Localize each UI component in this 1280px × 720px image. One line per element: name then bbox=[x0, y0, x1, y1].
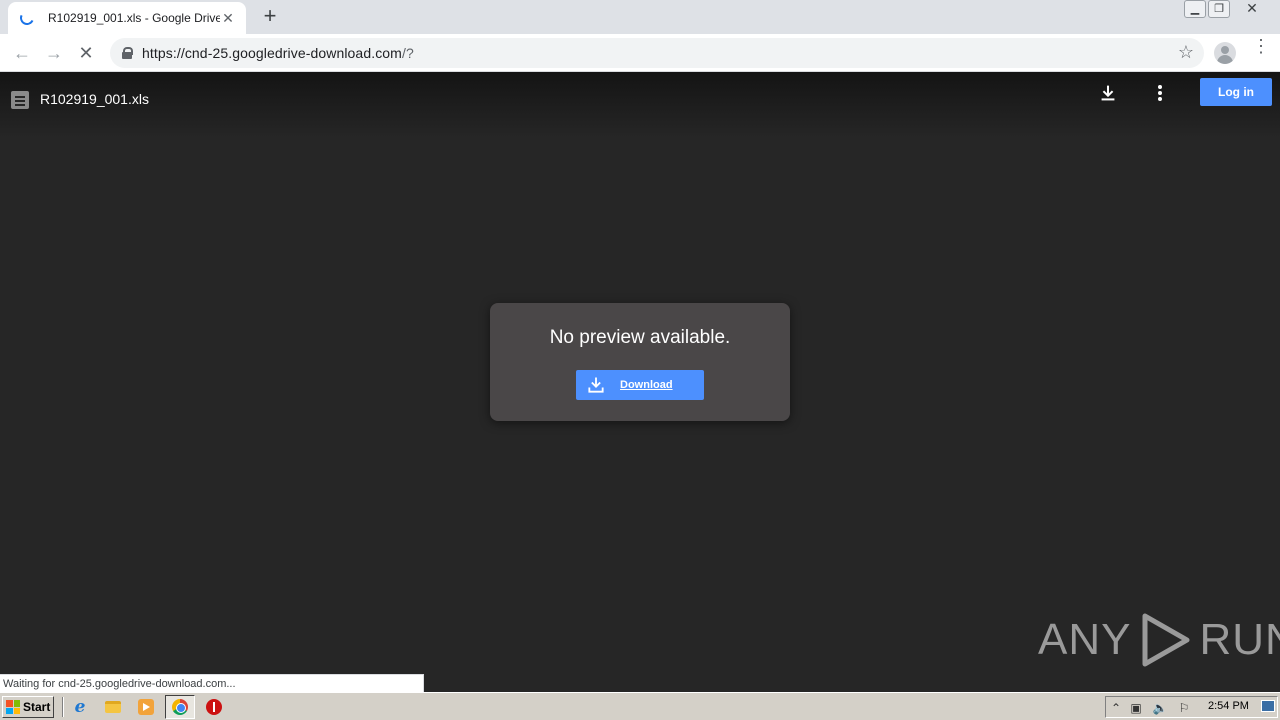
stop-loading-icon[interactable]: ✕ bbox=[74, 41, 98, 65]
minimize-button[interactable]: ▁ bbox=[1184, 0, 1206, 18]
windows-logo-icon bbox=[6, 700, 20, 714]
taskbar-clock[interactable]: 2:54 PM bbox=[1208, 700, 1249, 712]
download-label: Download bbox=[620, 379, 673, 391]
tray-expand-icon[interactable]: ⌃ bbox=[1108, 700, 1124, 716]
forward-arrow-icon[interactable]: → bbox=[42, 41, 66, 65]
viewer-header: R102919_001.xls Log in bbox=[0, 72, 1280, 138]
anyrun-watermark: ANY RUN bbox=[1038, 610, 1280, 670]
action-center-flag-icon[interactable]: ⚐ bbox=[1176, 700, 1192, 716]
taskbar-separator bbox=[62, 697, 64, 717]
no-preview-message: No preview available. bbox=[549, 327, 731, 348]
back-arrow-icon[interactable]: ← bbox=[10, 41, 34, 65]
url-text: https://cnd-25.googledrive-download.com/… bbox=[142, 45, 414, 61]
watermark-left: ANY bbox=[1038, 615, 1132, 664]
security-alert-icon[interactable] bbox=[205, 698, 223, 716]
file-name: R102919_001.xls bbox=[40, 91, 149, 107]
browser-tabstrip: R102919_001.xls - Google Drive ✕ + ▁ ❐ ✕ bbox=[0, 0, 1280, 34]
window-close-button[interactable]: ✕ bbox=[1232, 0, 1272, 18]
drive-viewer: R102919_001.xls Log in No preview availa… bbox=[0, 72, 1280, 692]
tab-close-icon[interactable]: ✕ bbox=[220, 10, 236, 27]
url-host: https://cnd-25.googledrive-download.com bbox=[142, 45, 402, 61]
profile-avatar-icon[interactable] bbox=[1214, 42, 1236, 64]
network-icon[interactable]: ▣ bbox=[1128, 700, 1144, 716]
watermark-right: RUN bbox=[1199, 615, 1280, 664]
tab-title: R102919_001.xls - Google Drive bbox=[48, 11, 220, 25]
file-explorer-icon[interactable] bbox=[104, 698, 122, 716]
system-tray: ⌃ ▣ 🔈 ⚐ 2:54 PM bbox=[1105, 696, 1278, 718]
download-icon bbox=[588, 377, 604, 393]
loading-spinner-icon bbox=[18, 9, 36, 27]
no-preview-card: No preview available. Download bbox=[490, 303, 790, 421]
download-icon[interactable] bbox=[1097, 82, 1119, 104]
browser-menu-icon[interactable]: ⋮ bbox=[1252, 37, 1270, 55]
address-bar[interactable]: https://cnd-25.googledrive-download.com/… bbox=[110, 38, 1204, 68]
document-icon bbox=[11, 91, 29, 109]
start-button[interactable]: Start bbox=[2, 696, 54, 718]
bookmark-star-icon[interactable]: ☆ bbox=[1178, 42, 1194, 63]
new-tab-button[interactable]: + bbox=[258, 5, 282, 29]
chrome-taskbar-icon[interactable] bbox=[165, 695, 195, 719]
browser-toolbar: ← → ✕ https://cnd-25.googledrive-downloa… bbox=[0, 34, 1280, 72]
windows-taskbar: Start e ⌃ ▣ 🔈 ⚐ 2:54 PM bbox=[0, 692, 1280, 720]
restore-button[interactable]: ❐ bbox=[1208, 0, 1230, 18]
more-options-icon[interactable] bbox=[1150, 82, 1170, 104]
media-player-icon[interactable] bbox=[137, 698, 155, 716]
show-desktop-icon[interactable] bbox=[1261, 700, 1275, 712]
internet-explorer-icon[interactable]: e bbox=[71, 697, 89, 717]
browser-status-bubble: Waiting for cnd-25.googledrive-download.… bbox=[0, 674, 424, 692]
url-path: /? bbox=[401, 45, 414, 61]
login-button[interactable]: Log in bbox=[1200, 78, 1272, 106]
volume-icon[interactable]: 🔈 bbox=[1152, 700, 1168, 716]
start-label: Start bbox=[23, 700, 51, 714]
lock-icon bbox=[122, 47, 133, 59]
browser-tab[interactable]: R102919_001.xls - Google Drive ✕ bbox=[8, 2, 246, 34]
play-logo-icon bbox=[1142, 613, 1190, 667]
download-button[interactable]: Download bbox=[576, 370, 704, 400]
window-controls: ▁ ❐ ✕ bbox=[1184, 0, 1272, 18]
